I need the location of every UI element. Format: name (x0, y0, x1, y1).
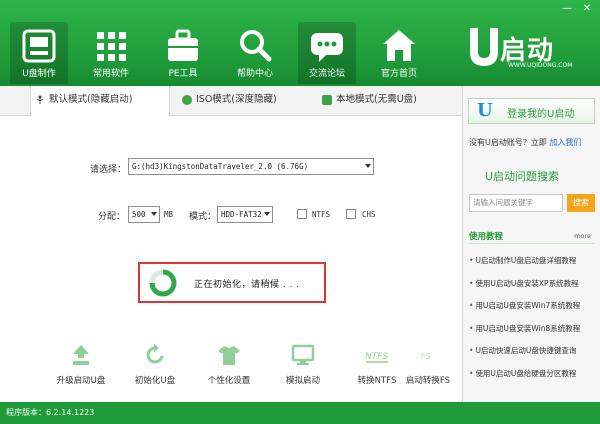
tool-label: 升级启动U盘 (56, 376, 106, 386)
tutorial-list: U启动制作U盘启动盘详细教程 使用U启动U盘安装XP系统教程 用U启动U盘安装W… (469, 250, 599, 385)
mode-select[interactable]: HDD-FAT32 (217, 206, 273, 223)
spinner-icon (149, 269, 177, 297)
top-header: — ✕ U盘制作 常用软件 PE工具 帮助中心 交流论坛 官方首页 启动 WWW… (0, 0, 600, 86)
nav-label: 交流论坛 (308, 69, 345, 79)
tool-label: 初始化U盘 (134, 376, 176, 386)
tool-label: 启动转换FS (405, 376, 451, 386)
more-link[interactable]: more (574, 232, 591, 240)
device-select[interactable]: G:(hd3)KingstonDataTraveler_2.0 (6.76G) (128, 158, 374, 175)
login-label: 登录我的U启动 (507, 109, 575, 120)
progress-text: 正在初始化，请稍候 . . . (194, 280, 300, 290)
nav-forum[interactable]: 交流论坛 (298, 22, 356, 84)
usb-tree-icon (36, 95, 44, 104)
refresh-icon (146, 344, 164, 364)
toolbox-icon (168, 29, 198, 61)
nav-label: 官方首页 (380, 69, 417, 79)
tab-local-mode[interactable]: 本地模式(无需U盘) (318, 86, 460, 116)
close-button[interactable]: ✕ (578, 2, 596, 16)
search-title: U启动问题搜索 (485, 168, 559, 184)
login-button[interactable]: U 登录我的U启动 (468, 98, 595, 124)
partition-label: 分配： (98, 212, 126, 222)
tool-label: 个性化设置 (207, 376, 251, 386)
main-panel: 请选择： G:(hd3)KingstonDataTraveler_2.0 (6.… (0, 117, 462, 402)
tutorial-item[interactable]: U启动制作U盘启动盘详细教程 (469, 250, 599, 273)
tutorial-item[interactable]: 用U启动U盘安装Win7系统教程 (469, 295, 599, 318)
search-placeholder: 请输入问题关键字 (473, 198, 533, 207)
nav-label: 帮助中心 (236, 69, 273, 79)
minimize-button[interactable]: — (558, 2, 576, 16)
chevron-down-icon (264, 212, 270, 216)
ntfs-checkbox[interactable] (297, 209, 307, 219)
nav-label: U盘制作 (22, 69, 56, 79)
u-logo-icon (470, 28, 498, 66)
tutorial-item[interactable]: 用U启动U盘安装Win8系统教程 (469, 318, 599, 341)
chs-checkbox[interactable] (346, 209, 356, 219)
tutorial-header: 使用教程 more (469, 230, 595, 244)
convert-fs-button[interactable]: FS 启动转换FS (396, 342, 460, 386)
chat-bubble-icon (311, 33, 343, 62)
brand-url: WWW.UQIDONG.COM (508, 62, 573, 69)
tab-iso-mode[interactable]: ISO模式(深度隐藏) (178, 86, 318, 116)
tutorial-item[interactable]: U启动快速启动U盘快捷键查询 (469, 340, 599, 363)
convert-fs-icon: FS (421, 352, 431, 361)
init-usb-button[interactable]: 初始化U盘 (120, 342, 190, 386)
nav-software[interactable]: 常用软件 (82, 22, 140, 84)
status-bar: 程序版本：6.2.14.1223 (0, 402, 600, 424)
chs-label: CHS (362, 210, 376, 219)
partition-unit: MB (164, 210, 174, 219)
nav-home[interactable]: 官方首页 (370, 22, 428, 84)
upgrade-icon (73, 345, 89, 365)
tutorial-item[interactable]: 使用U启动U盘安装XP系统教程 (469, 273, 599, 296)
search-button[interactable]: 搜索 (567, 194, 595, 212)
nav-label: 常用软件 (92, 69, 129, 79)
usb-window-icon (22, 29, 56, 63)
register-text: 没有U启动账号？立即 (469, 138, 547, 147)
tutorial-title: 使用教程 (469, 232, 504, 242)
u-logo-icon: U (477, 100, 493, 121)
partition-select[interactable]: 500 (128, 206, 160, 223)
personalize-button[interactable]: 个性化设置 (194, 342, 264, 386)
upgrade-usb-button[interactable]: 升级启动U盘 (46, 342, 116, 386)
chevron-down-icon (365, 164, 371, 168)
mode-label: 模式： (189, 212, 217, 222)
progress-dialog: 正在初始化，请稍候 . . . (138, 262, 326, 303)
search-input[interactable]: 请输入问题关键字 (469, 194, 563, 212)
nav-label: PE工具 (168, 69, 198, 79)
nav-help[interactable]: 帮助中心 (226, 22, 284, 84)
ntfs-icon: NTFS (365, 352, 388, 363)
partition-value: 500 (132, 210, 146, 219)
brand-logo: 启动 WWW.UQIDONG.COM (464, 24, 594, 74)
svg-text:NTFS: NTFS (365, 352, 388, 362)
mode-value: HDD-FAT32 (221, 210, 262, 219)
home-icon (383, 30, 415, 61)
device-value: G:(hd3)KingstonDataTraveler_2.0 (6.76G) (132, 162, 309, 171)
tab-default-mode[interactable]: 默认模式(隐藏启动) (30, 86, 170, 117)
grid-icon (97, 32, 126, 61)
shirt-icon (218, 346, 240, 365)
tool-label: 模拟启动 (285, 376, 320, 386)
magnifier-icon (240, 30, 272, 62)
select-label: 请选择： (90, 165, 127, 175)
tutorial-item[interactable]: 使用U启动U盘给硬盘分区教程 (469, 363, 599, 386)
nav-pe-tools[interactable]: PE工具 (154, 22, 212, 84)
mode-tabs: 默认模式(隐藏启动) ISO模式(深度隐藏) 本地模式(无需U盘) (0, 86, 462, 117)
tab-label: ISO模式(深度隐藏) (196, 94, 277, 105)
window-controls: — ✕ (558, 2, 596, 16)
tab-label: 本地模式(无需U盘) (336, 94, 417, 105)
search-heading: U启动问题搜索 (485, 170, 560, 183)
svg-text:FS: FS (421, 352, 431, 361)
chevron-down-icon (151, 212, 157, 216)
simulate-boot-button[interactable]: 模拟启动 (268, 342, 338, 386)
version-text: 程序版本：6.2.14.1223 (6, 408, 95, 417)
register-line: 没有U启动账号？立即 加入我们 (469, 137, 581, 148)
nav-usb-make[interactable]: U盘制作 (10, 22, 68, 84)
disc-icon (182, 95, 192, 105)
right-sidebar: U 登录我的U启动 没有U启动账号？立即 加入我们 U启动问题搜索 请输入问题关… (462, 86, 600, 402)
register-link[interactable]: 加入我们 (549, 138, 581, 147)
drive-icon (322, 95, 332, 105)
monitor-icon (291, 344, 315, 365)
ntfs-label: NTFS (312, 210, 331, 219)
tab-label: 默认模式(隐藏启动) (49, 94, 133, 105)
